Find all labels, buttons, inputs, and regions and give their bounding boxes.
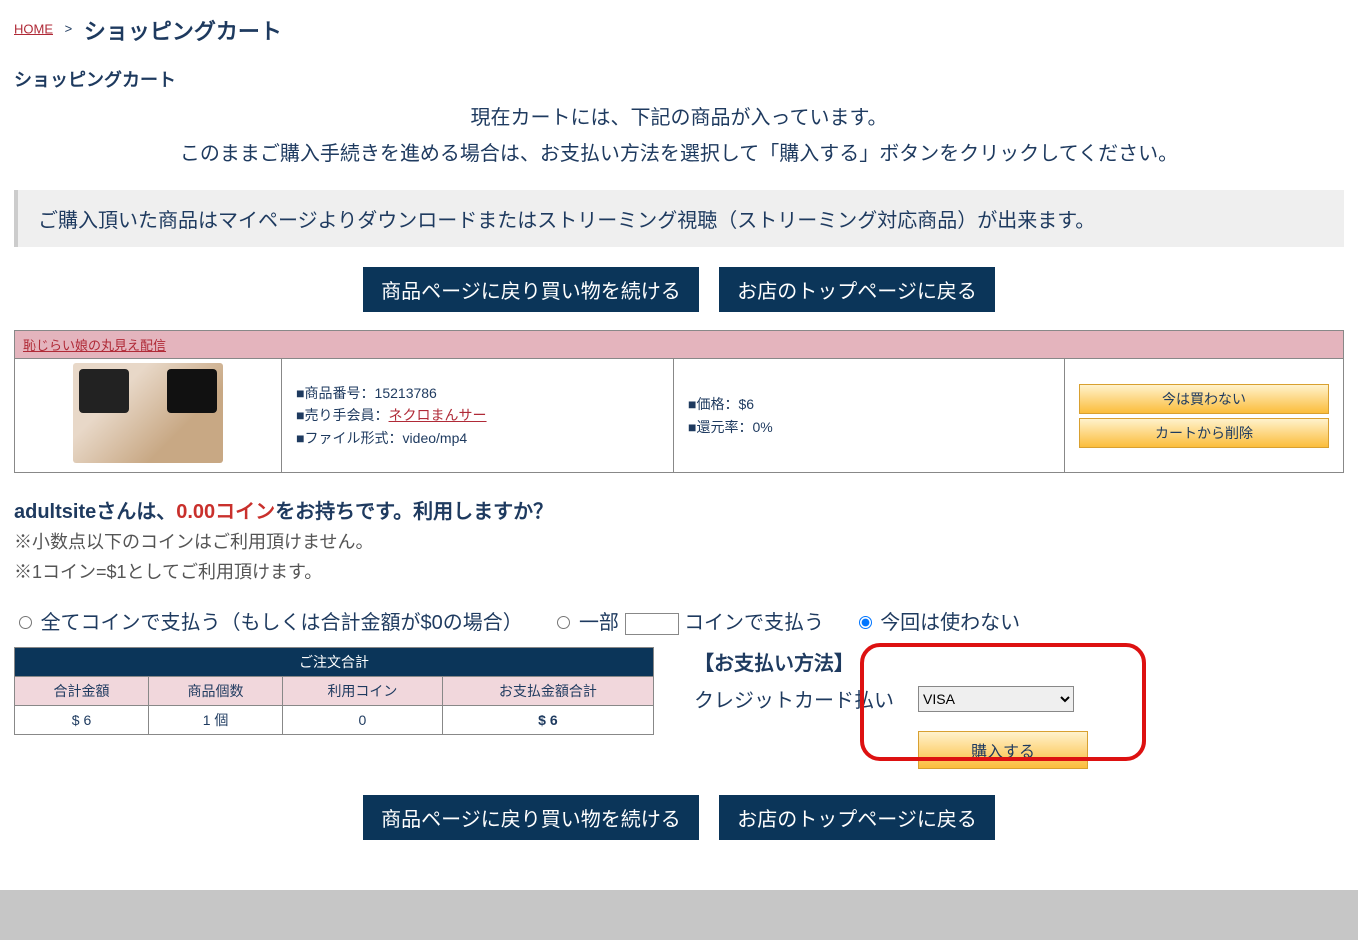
buy-later-button[interactable]: 今は買わない xyxy=(1079,384,1329,414)
coin-amount: 0.00コイン xyxy=(176,501,275,523)
coin-options: 全てコインで支払う（もしくは合計金額が$0の場合） 一部 コインで支払う 今回は… xyxy=(14,606,1344,635)
store-link[interactable]: 恥じらい娘の丸見え配信 xyxy=(23,338,166,353)
item-num: 15213786 xyxy=(375,385,437,401)
format-label: ■ファイル形式： xyxy=(296,430,402,446)
coin-opt-none-label: 今回は使わない xyxy=(880,612,1020,634)
coin-note2: ※1コイン=$1としてご利用頂けます。 xyxy=(14,558,1344,584)
summary-h4: お支払金額合計 xyxy=(442,677,653,706)
summary-h1: 合計金額 xyxy=(15,677,149,706)
breadcrumb: HOME > ショッピングカート xyxy=(14,14,1344,46)
cart-table: 恥じらい娘の丸見え配信 ■商品番号：15213786 ■売り手会員：ネクロまんサ… xyxy=(14,330,1344,473)
coin-line: adultsiteさんは、0.00コインをお持ちです。利用しますか？ xyxy=(14,495,1344,524)
thumbnail-cell xyxy=(15,359,282,473)
seller-label: ■売り手会員： xyxy=(296,407,388,423)
price-value: $6 xyxy=(738,396,754,412)
coin-radio-none[interactable] xyxy=(859,616,872,629)
card-select[interactable]: VISA xyxy=(918,686,1074,712)
summary-v2: 1 個 xyxy=(149,706,283,735)
back-to-store-button[interactable]: お店のトップページに戻る xyxy=(719,267,995,312)
bottom-button-row: 商品ページに戻り買い物を続ける お店のトップページに戻る xyxy=(14,795,1344,840)
summary-v1: $ 6 xyxy=(15,706,149,735)
notice-banner: ご購入頂いた商品はマイページよりダウンロードまたはストリーミング視聴（ストリーミ… xyxy=(14,190,1344,247)
back-to-product-button[interactable]: 商品ページに戻り買い物を続ける xyxy=(363,267,699,312)
breadcrumb-title: ショッピングカート xyxy=(84,19,282,44)
rebate-label: ■還元率： xyxy=(688,419,752,435)
desc-line1: 現在カートには、下記の商品が入っています。 xyxy=(14,100,1344,136)
coin-opt-none[interactable]: 今回は使わない xyxy=(854,612,1021,634)
coin-user: adultsite xyxy=(14,501,96,523)
item-num-label: ■商品番号： xyxy=(296,385,374,401)
remove-button[interactable]: カートから削除 xyxy=(1079,418,1329,448)
payment-label: クレジットカード払い xyxy=(694,684,894,713)
payment-block: 【お支払い方法】 クレジットカード払い VISA 購入する xyxy=(694,647,1344,769)
payment-title: 【お支払い方法】 xyxy=(694,647,1344,676)
coin-opt-part-pre: 一部 xyxy=(579,612,619,634)
price-cell: ■価格：$6 ■還元率：0% xyxy=(674,359,1065,473)
rebate-value: 0% xyxy=(752,419,772,435)
page-subtitle: ショッピングカート xyxy=(14,66,1344,92)
product-thumbnail[interactable] xyxy=(73,363,223,463)
summary-v3: 0 xyxy=(283,706,443,735)
summary-h3: 利用コイン xyxy=(283,677,443,706)
coin-radio-part[interactable] xyxy=(557,616,570,629)
coin-part-input[interactable] xyxy=(625,613,679,635)
coin-radio-all[interactable] xyxy=(19,616,32,629)
back-to-product-button-2[interactable]: 商品ページに戻り買い物を続ける xyxy=(363,795,699,840)
summary-title: ご注文合計 xyxy=(15,648,654,677)
desc-block: 現在カートには、下記の商品が入っています。 このままご購入手続きを進める場合は、… xyxy=(14,100,1344,172)
summary-table: ご注文合計 合計金額 商品個数 利用コイン お支払金額合計 $ 6 1 個 0 … xyxy=(14,647,654,735)
summary-h2: 商品個数 xyxy=(149,677,283,706)
top-button-row: 商品ページに戻り買い物を続ける お店のトップページに戻る xyxy=(14,267,1344,312)
back-to-store-button-2[interactable]: お店のトップページに戻る xyxy=(719,795,995,840)
breadcrumb-sep: > xyxy=(65,21,73,36)
cart-row: ■商品番号：15213786 ■売り手会員：ネクロまんサー ■ファイル形式：vi… xyxy=(15,359,1344,473)
summary-v4: $ 6 xyxy=(442,706,653,735)
footer-bar xyxy=(0,890,1358,940)
breadcrumb-home[interactable]: HOME xyxy=(14,21,53,36)
desc-line2: このままご購入手続きを進める場合は、お支払い方法を選択して「購入する」ボタンをク… xyxy=(14,136,1344,172)
purchase-button[interactable]: 購入する xyxy=(918,731,1088,769)
coin-part1: さんは、 xyxy=(96,501,176,523)
coin-opt-all[interactable]: 全てコインで支払う（もしくは合計金額が$0の場合） xyxy=(14,612,523,634)
coin-part2: をお持ちです。利用しますか？ xyxy=(275,501,553,523)
coin-note1: ※小数点以下のコインはご利用頂けません。 xyxy=(14,528,1344,554)
info-cell: ■商品番号：15213786 ■売り手会員：ネクロまんサー ■ファイル形式：vi… xyxy=(282,359,674,473)
price-label: ■価格： xyxy=(688,396,738,412)
coin-opt-part[interactable]: 一部 コインで支払う xyxy=(552,612,824,634)
actions-cell: 今は買わない カートから削除 xyxy=(1065,359,1344,473)
seller-link[interactable]: ネクロまんサー xyxy=(389,407,487,423)
coin-opt-part-post: コインで支払う xyxy=(684,612,824,634)
store-header: 恥じらい娘の丸見え配信 xyxy=(15,331,1344,359)
coin-opt-all-label: 全てコインで支払う（もしくは合計金額が$0の場合） xyxy=(41,612,523,634)
format-value: video/mp4 xyxy=(403,430,468,446)
